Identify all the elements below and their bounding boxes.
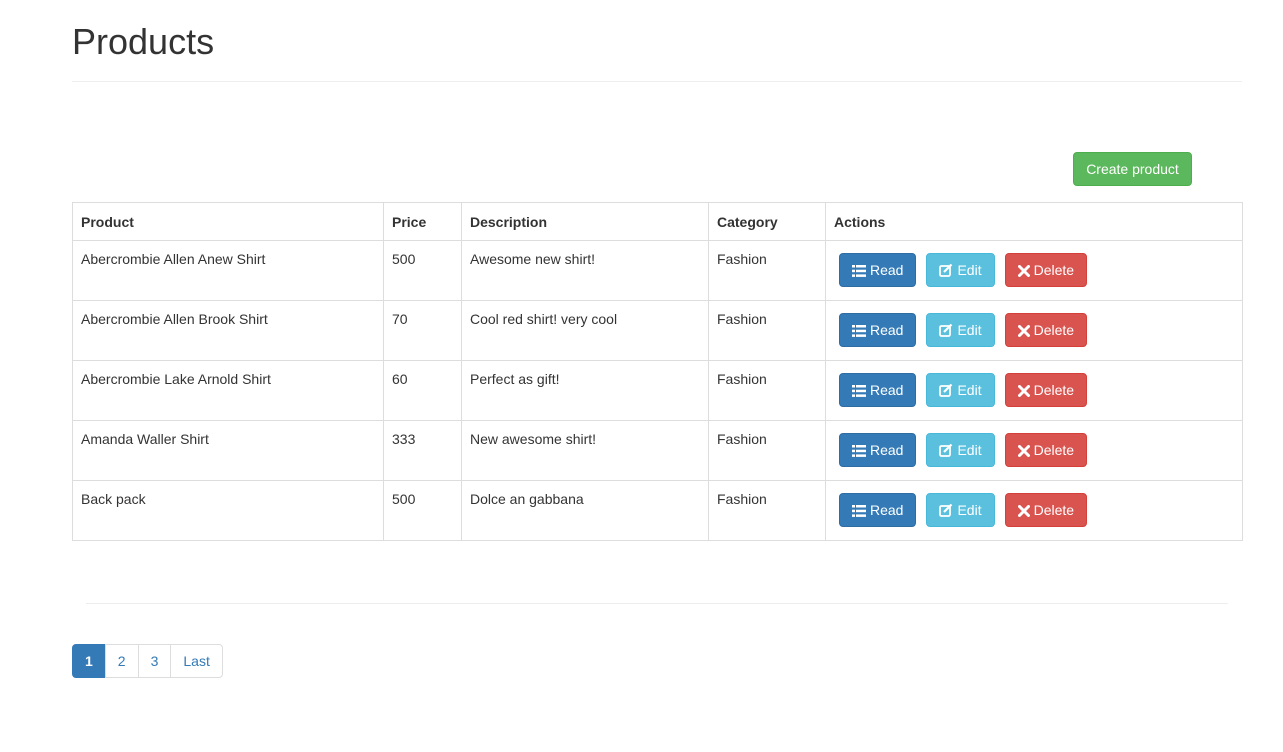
cell-price: 500 [383, 240, 462, 301]
cell-actions: Read Edit Delete [825, 300, 1243, 361]
header-category: Category [708, 202, 826, 241]
list-icon [852, 374, 866, 406]
edit-label: Edit [957, 442, 982, 458]
header-price: Price [383, 202, 462, 241]
list-icon [852, 314, 866, 346]
list-icon [852, 494, 866, 526]
read-label: Read [870, 382, 904, 398]
page-link[interactable]: 3 [137, 644, 172, 678]
page-container: Products Create product Product Price De… [0, 0, 1283, 752]
cell-category: Fashion [708, 300, 826, 361]
cell-category: Fashion [708, 480, 826, 541]
edit-button[interactable]: Edit [926, 373, 995, 407]
edit-label: Edit [957, 382, 982, 398]
read-label: Read [870, 502, 904, 518]
table-row: Abercrombie Lake Arnold Shirt 60 Perfect a… [72, 360, 1243, 421]
read-label: Read [870, 262, 904, 278]
close-icon [1017, 494, 1030, 526]
close-icon [1017, 434, 1030, 466]
cell-description: Dolce an gabbana [461, 480, 709, 541]
list-icon [852, 434, 866, 466]
table-row: Abercrombie Allen Brook Shirt 70 Cool red … [72, 300, 1243, 361]
page-link[interactable]: 1 [72, 644, 106, 678]
edit-icon [939, 374, 953, 406]
edit-label: Edit [957, 262, 982, 278]
create-product-button[interactable]: Create product [1073, 152, 1192, 186]
read-button[interactable]: Read [839, 313, 917, 347]
products-table: Product Price Description Category Actio… [72, 202, 1243, 541]
edit-button[interactable]: Edit [926, 493, 995, 527]
table-row: Amanda Waller Shirt 333 New awesome shirt!… [72, 420, 1243, 481]
edit-button[interactable]: Edit [926, 253, 995, 287]
delete-button[interactable]: Delete [1004, 373, 1088, 407]
close-icon [1017, 254, 1030, 286]
cell-description: New awesome shirt! [461, 420, 709, 481]
delete-button[interactable]: Delete [1004, 253, 1088, 287]
cell-actions: Read Edit Delete [825, 480, 1243, 541]
delete-button[interactable]: Delete [1004, 313, 1088, 347]
header-description: Description [461, 202, 709, 241]
cell-price: 60 [383, 360, 462, 421]
cell-description: Cool red shirt! very cool [461, 300, 709, 361]
read-label: Read [870, 442, 904, 458]
close-icon [1017, 374, 1030, 406]
table-header-row: Product Price Description Category Actio… [72, 202, 1243, 241]
delete-label: Delete [1033, 382, 1075, 398]
delete-label: Delete [1033, 322, 1075, 338]
page-link[interactable]: 2 [104, 644, 139, 678]
pagination: 1 2 3 Last [72, 644, 223, 678]
cell-description: Awesome new shirt! [461, 240, 709, 301]
cell-category: Fashion [708, 240, 826, 301]
read-button[interactable]: Read [839, 253, 917, 287]
cell-product: Abercrombie Allen Anew Shirt [72, 240, 384, 301]
delete-label: Delete [1033, 442, 1075, 458]
cell-product: Amanda Waller Shirt [72, 420, 384, 481]
cell-category: Fashion [708, 420, 826, 481]
pagination-divider [86, 603, 1228, 604]
read-button[interactable]: Read [839, 373, 917, 407]
cell-actions: Read Edit Delete [825, 360, 1243, 421]
edit-label: Edit [957, 322, 982, 338]
read-button[interactable]: Read [839, 433, 917, 467]
cell-product: Back pack [72, 480, 384, 541]
delete-button[interactable]: Delete [1004, 433, 1088, 467]
page-title: Products [72, 21, 215, 62]
cell-actions: Read Edit Delete [825, 240, 1243, 301]
cell-product: Abercrombie Allen Brook Shirt [72, 300, 384, 361]
read-button[interactable]: Read [839, 493, 917, 527]
edit-label: Edit [957, 502, 982, 518]
header-actions: Actions [825, 202, 1243, 241]
edit-icon [939, 494, 953, 526]
read-label: Read [870, 322, 904, 338]
edit-icon [939, 314, 953, 346]
title-divider [72, 81, 1242, 82]
cell-description: Perfect as gift! [461, 360, 709, 421]
cell-actions: Read Edit Delete [825, 420, 1243, 481]
delete-label: Delete [1033, 502, 1075, 518]
edit-button[interactable]: Edit [926, 433, 995, 467]
cell-price: 70 [383, 300, 462, 361]
close-icon [1017, 314, 1030, 346]
table-row: Abercrombie Allen Anew Shirt 500 Awesome n… [72, 240, 1243, 301]
cell-category: Fashion [708, 360, 826, 421]
header-product: Product [72, 202, 384, 241]
edit-icon [939, 254, 953, 286]
cell-price: 333 [383, 420, 462, 481]
edit-button[interactable]: Edit [926, 313, 995, 347]
cell-product: Abercrombie Lake Arnold Shirt [72, 360, 384, 421]
list-icon [852, 254, 866, 286]
delete-button[interactable]: Delete [1004, 493, 1088, 527]
cell-price: 500 [383, 480, 462, 541]
delete-label: Delete [1033, 262, 1075, 278]
page-link[interactable]: Last [170, 644, 223, 678]
edit-icon [939, 434, 953, 466]
table-row: Back pack 500 Dolce an gabbana Fashion Read E… [72, 480, 1243, 541]
